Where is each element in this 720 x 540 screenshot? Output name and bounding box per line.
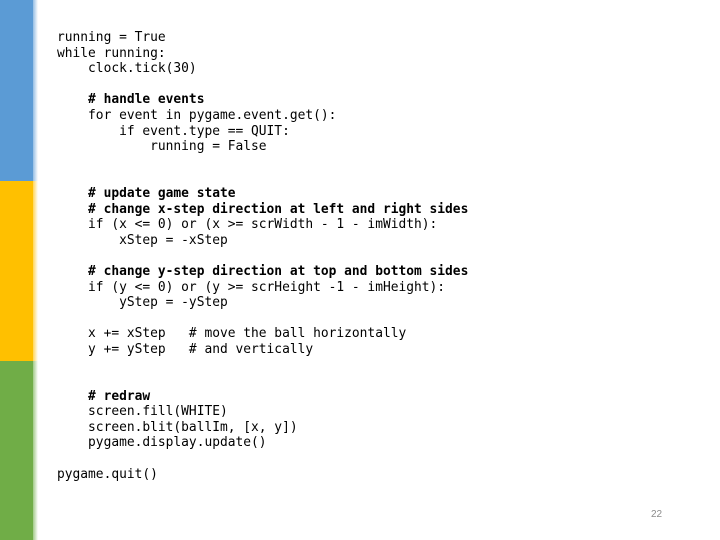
- page-number: 22: [651, 509, 663, 520]
- side-bar-yellow-segment: [0, 181, 38, 361]
- code-line: if event.type == QUIT:: [57, 123, 290, 139]
- code-comment-line: # handle events: [57, 92, 205, 108]
- code-line: y += yStep # and vertically: [57, 341, 314, 357]
- code-line: for event in pygame.event.get():: [57, 107, 337, 123]
- decorative-side-bar: [0, 0, 38, 540]
- side-bar-blue-segment: [0, 0, 38, 181]
- code-line: screen.blit(ballIm, [x, y]): [57, 419, 298, 435]
- code-line: x += xStep # move the ball horizontally: [57, 326, 407, 342]
- code-line: xStep = -xStep: [57, 232, 228, 248]
- code-line: pygame.quit(): [57, 466, 158, 482]
- code-line: pygame.display.update(): [57, 435, 267, 451]
- code-line: running = False: [57, 139, 267, 155]
- code-line: if (x <= 0) or (x >= scrWidth - 1 - imWi…: [57, 217, 438, 233]
- code-block: running = True while running: clock.tick(…: [57, 30, 468, 482]
- code-line: if (y <= 0) or (y >= scrHeight -1 - imHe…: [57, 279, 446, 295]
- code-line: yStep = -yStep: [57, 295, 228, 311]
- code-comment-line: # change y-step direction at top and bot…: [57, 263, 469, 279]
- code-line: while running:: [57, 45, 166, 61]
- code-comment-line: # redraw: [57, 388, 151, 404]
- code-line: clock.tick(30): [57, 61, 197, 77]
- code-line: screen.fill(WHITE): [57, 404, 228, 420]
- code-line: running = True: [57, 30, 166, 45]
- code-comment-line: # update game state: [57, 185, 236, 201]
- code-comment-line: # change x-step direction at left and ri…: [57, 201, 469, 217]
- side-bar-green-segment: [0, 361, 38, 540]
